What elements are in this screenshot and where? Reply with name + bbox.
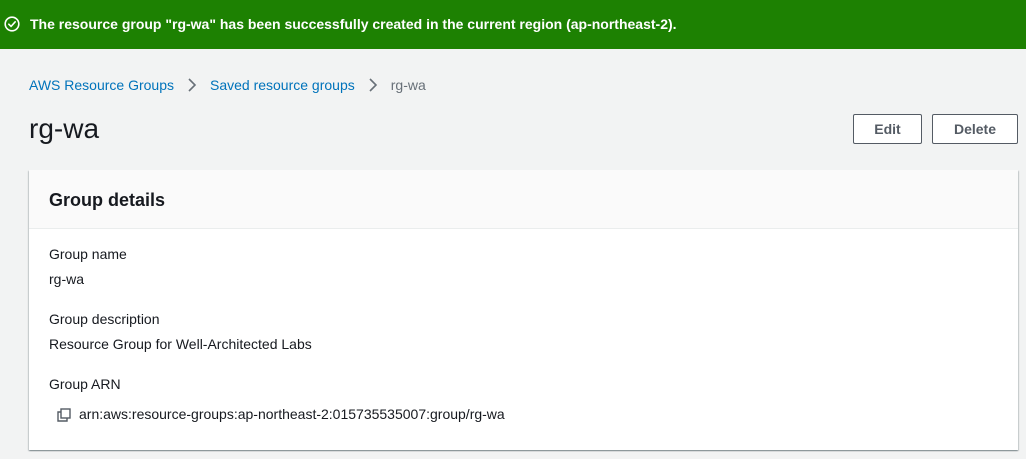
group-arn-value: arn:aws:resource-groups:ap-northeast-2:0…	[79, 406, 505, 422]
group-description-value: Resource Group for Well-Architected Labs	[49, 336, 312, 352]
chevron-right-icon	[174, 78, 210, 92]
group-arn-label: Group ARN	[49, 376, 121, 392]
group-details-panel: Group details Group name rg-wa Group des…	[29, 170, 1018, 450]
flash-message: The resource group "rg-wa" has been succ…	[30, 16, 677, 32]
panel-header: Group details	[29, 170, 1018, 229]
breadcrumb-link-saved-resource-groups[interactable]: Saved resource groups	[210, 77, 355, 93]
copy-icon[interactable]	[57, 407, 71, 422]
breadcrumb-current: rg-wa	[390, 77, 426, 93]
edit-button[interactable]: Edit	[853, 114, 922, 144]
page-title: rg-wa	[29, 113, 100, 144]
group-name-value: rg-wa	[49, 271, 85, 287]
delete-button[interactable]: Delete	[932, 114, 1018, 144]
group-arn-row: arn:aws:resource-groups:ap-northeast-2:0…	[57, 406, 505, 423]
breadcrumb-link-aws-resource-groups[interactable]: AWS Resource Groups	[29, 77, 174, 93]
group-name-label: Group name	[49, 246, 127, 262]
chevron-right-icon	[355, 78, 391, 92]
group-description-label: Group description	[49, 311, 160, 327]
success-check-icon	[4, 16, 20, 32]
breadcrumb: AWS Resource Groups Saved resource group…	[29, 76, 426, 94]
panel-title: Group details	[49, 190, 166, 210]
success-flash-banner: The resource group "rg-wa" has been succ…	[0, 0, 1026, 49]
